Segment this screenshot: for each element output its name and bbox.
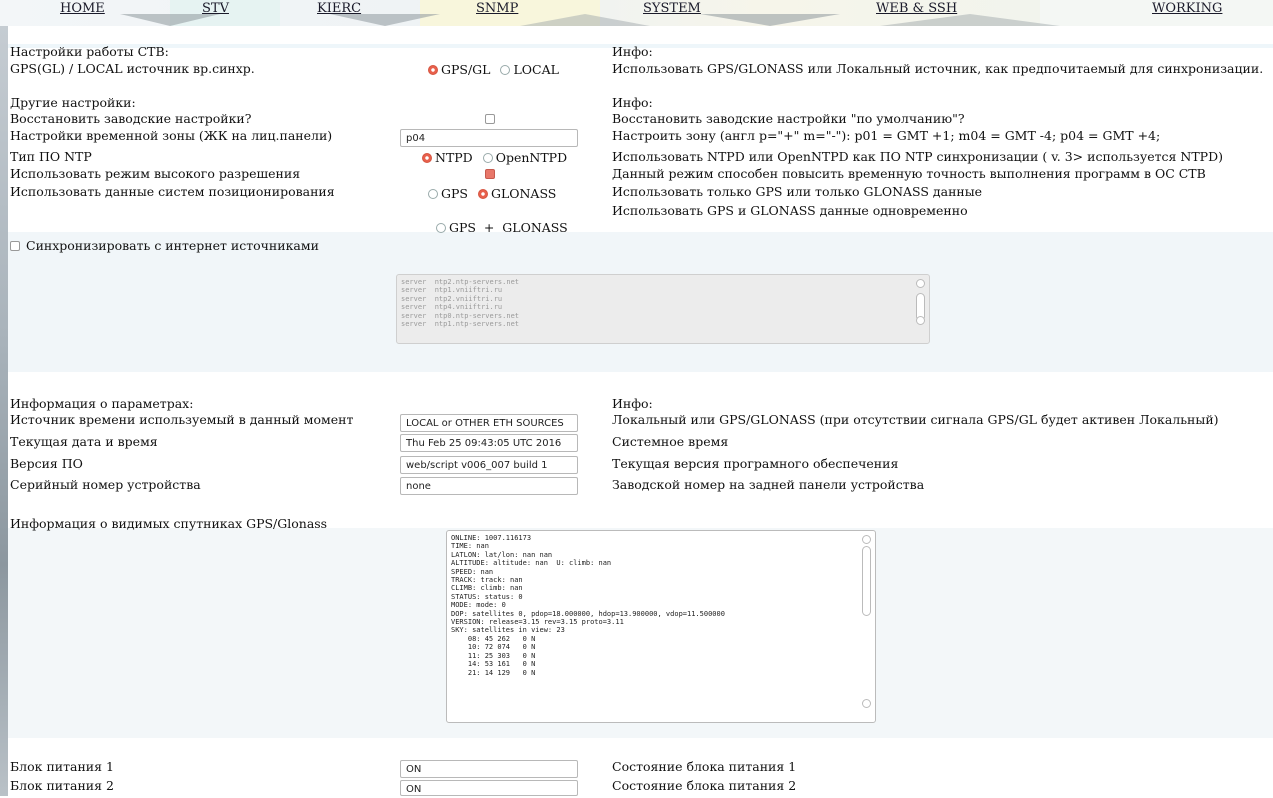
serial-label: Серийный номер устройства xyxy=(10,477,201,492)
hires-checkbox[interactable] xyxy=(485,169,495,179)
timezone-info: Настроить зону (англ p="+" m="-"): p01 =… xyxy=(612,128,1161,143)
nav-system[interactable]: SYSTEM xyxy=(643,1,701,16)
radio-glonass[interactable] xyxy=(477,189,488,199)
radio-gps-glonass[interactable] xyxy=(435,223,446,233)
psu1-label: Блок питания 1 xyxy=(10,759,114,774)
nav-home[interactable]: HOME xyxy=(60,1,105,16)
nav-kierc[interactable]: KIERC xyxy=(317,1,361,16)
serial-info: Заводской номер на задней панели устройс… xyxy=(612,477,925,492)
datetime-label: Текущая дата и время xyxy=(10,434,158,449)
psu2-label: Блок питания 2 xyxy=(10,778,114,793)
serial-field[interactable]: none xyxy=(400,477,578,495)
params-info-heading: Инфо: xyxy=(612,396,653,411)
version-label: Версия ПО xyxy=(10,456,83,471)
sats-log-scrollbar[interactable] xyxy=(862,535,871,718)
ntp-type-info: Использовать NTPD или OpenNTPD как ПО NT… xyxy=(612,149,1223,164)
ntp-servers-text: server ntp2.ntp-servers.net server ntp1.… xyxy=(401,278,520,329)
sats-log-text: ONLINE: 1007.116173 TIME: nan LATLON: la… xyxy=(451,534,725,677)
scroll-thumb[interactable] xyxy=(862,546,871,616)
nav-decoration xyxy=(700,14,840,26)
positioning-both-info: Использовать GPS и GLONASS данные одновр… xyxy=(612,203,968,218)
internet-sync-row: Синхронизировать с интернет источниками xyxy=(10,238,319,253)
ntp-type-label: Тип ПО NTP xyxy=(10,149,92,164)
positioning-label: Использовать данные систем позиционирова… xyxy=(10,184,335,199)
scroll-down-icon[interactable] xyxy=(862,699,871,708)
scroll-down-icon[interactable] xyxy=(916,316,925,325)
reset-info: Восстановить заводские настройки "по умо… xyxy=(612,111,965,126)
time-source-label: Источник времени используемый в данный м… xyxy=(10,412,354,427)
radio-ntpd-label: NTPD xyxy=(435,150,473,165)
radio-gps[interactable] xyxy=(428,189,438,199)
internet-sync-checkbox[interactable] xyxy=(10,241,20,251)
radio-openntpd[interactable] xyxy=(482,153,493,163)
psu2-info: Состояние блока питания 2 xyxy=(612,778,797,793)
ntp-servers-textarea[interactable]: server ntp2.ntp-servers.net server ntp1.… xyxy=(396,274,930,344)
radio-local[interactable] xyxy=(500,65,511,75)
left-border-decoration xyxy=(0,26,8,796)
psu1-field[interactable]: ON xyxy=(400,760,578,778)
radio-openntpd-label: OpenNTPD xyxy=(495,150,568,165)
version-info: Текущая версия програмного обеспечения xyxy=(612,456,899,471)
hires-label: Использовать режим высокого разрешения xyxy=(10,166,301,181)
psu1-info: Состояние блока питания 1 xyxy=(612,759,797,774)
top-nav: HOME STV KIERC SNMP SYSTEM WEB & SSH WOR… xyxy=(0,0,1273,26)
version-field[interactable]: web/script v006_007 build 1 xyxy=(400,456,578,474)
datetime-field[interactable]: Thu Feb 25 09:43:05 UTC 2016 xyxy=(400,434,578,452)
datetime-info: Системное время xyxy=(612,434,729,449)
reset-label: Восстановить заводские настройки? xyxy=(10,111,252,126)
positioning-radio-group: GPS GLONASS xyxy=(428,186,556,201)
params-heading: Информация о параметрах: xyxy=(10,396,194,411)
hires-info: Данный режим способен повысить временную… xyxy=(612,166,1206,181)
other-info-heading: Инфо: xyxy=(612,95,653,110)
radio-ntpd[interactable] xyxy=(422,153,432,163)
nav-stv[interactable]: STV xyxy=(202,1,229,16)
ntp-type-radio-group: NTPD OpenNTPD xyxy=(422,150,567,165)
radio-glonass-label: GLONASS xyxy=(490,186,557,201)
sats-log-textarea[interactable]: ONLINE: 1007.116173 TIME: nan LATLON: la… xyxy=(446,530,876,723)
stv-heading: Настройки работы СТВ: xyxy=(10,44,169,59)
timezone-label: Настройки временной зоны (ЖК на лиц.пане… xyxy=(10,128,333,143)
time-source-info: Локальный или GPS/GLONASS (при отсутстви… xyxy=(612,412,1219,427)
nav-snmp[interactable]: SNMP xyxy=(476,1,518,16)
timezone-input[interactable]: p04 xyxy=(400,129,578,147)
positioning-info: Использовать только GPS или только GLONA… xyxy=(612,184,983,199)
internet-sync-label: Синхронизировать с интернет источниками xyxy=(26,238,319,253)
stv-info-heading: Инфо: xyxy=(612,44,653,59)
reset-checkbox[interactable] xyxy=(485,114,495,124)
scroll-up-icon[interactable] xyxy=(916,279,925,288)
sats-heading: Информация о видимых спутниках GPS/Glona… xyxy=(10,516,328,531)
time-source-field[interactable]: LOCAL or OTHER ETH SOURCES xyxy=(400,414,578,432)
nav-web-ssh[interactable]: WEB & SSH xyxy=(876,1,957,16)
positioning-both-option: GPS + GLONASS xyxy=(428,205,568,235)
radio-gps-gl-label: GPS/GL xyxy=(441,62,491,77)
scroll-up-icon[interactable] xyxy=(862,535,871,544)
psu2-field[interactable]: ON xyxy=(400,780,578,796)
radio-gps-gl[interactable] xyxy=(428,65,438,75)
nav-working[interactable]: WORKING xyxy=(1152,1,1222,16)
ntp-servers-scrollbar[interactable] xyxy=(916,279,925,339)
radio-gps-glonass-label: GPS + GLONASS xyxy=(448,220,568,235)
sync-source-info: Использовать GPS/GLONASS или Локальный и… xyxy=(612,61,1264,76)
radio-gps-label: GPS xyxy=(441,186,468,201)
sync-source-radio-group: GPS/GL LOCAL xyxy=(428,62,559,77)
sync-source-label: GPS(GL) / LOCAL источник вр.синхр. xyxy=(10,61,255,76)
radio-local-label: LOCAL xyxy=(513,62,559,77)
other-heading: Другие настройки: xyxy=(10,95,136,110)
